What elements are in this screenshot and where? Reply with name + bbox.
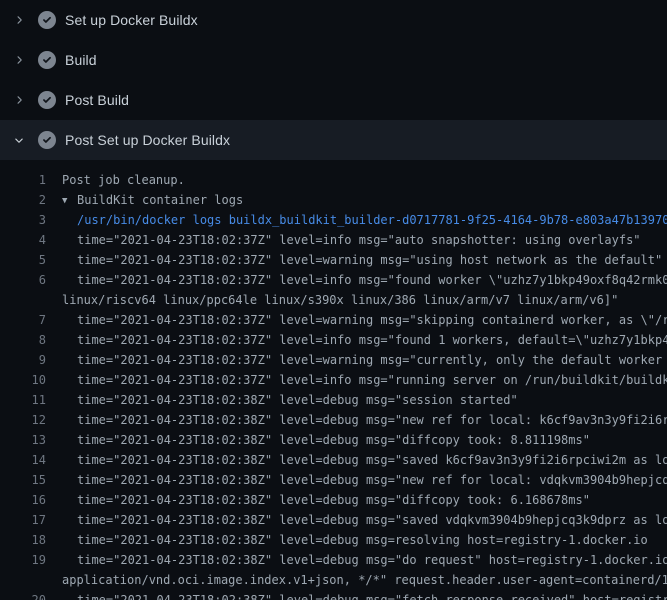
log-text: time="2021-04-23T18:02:37Z" level=info m… (46, 270, 667, 290)
log-text: linux/riscv64 linux/ppc64le linux/s390x … (46, 290, 618, 310)
log-line-number[interactable]: 5 (0, 250, 46, 270)
log-command-text: /usr/bin/docker logs buildx_buildkit_bui… (46, 210, 667, 230)
log-viewer: 1Post job cleanup.2▼BuildKit container l… (0, 160, 667, 600)
log-line: 12time="2021-04-23T18:02:38Z" level=debu… (0, 410, 667, 430)
log-text: time="2021-04-23T18:02:38Z" level=debug … (46, 470, 667, 490)
step-row-set-up-docker-buildx[interactable]: Set up Docker Buildx (0, 0, 667, 40)
log-line: 10time="2021-04-23T18:02:37Z" level=info… (0, 370, 667, 390)
log-line-number[interactable]: 16 (0, 490, 46, 510)
log-line-number[interactable]: 14 (0, 450, 46, 470)
log-text: time="2021-04-23T18:02:37Z" level=warnin… (46, 250, 662, 270)
log-line-number[interactable]: 6 (0, 270, 46, 290)
log-line: 13time="2021-04-23T18:02:38Z" level=debu… (0, 430, 667, 450)
chevron-right-icon[interactable] (12, 93, 26, 107)
log-text: time="2021-04-23T18:02:38Z" level=debug … (46, 510, 667, 530)
log-line-number[interactable]: 12 (0, 410, 46, 430)
check-circle-icon (38, 51, 56, 69)
log-text: time="2021-04-23T18:02:38Z" level=debug … (46, 430, 590, 450)
step-label: Set up Docker Buildx (65, 12, 198, 28)
log-line-number[interactable]: 4 (0, 230, 46, 250)
step-row-post-build[interactable]: Post Build (0, 80, 667, 120)
log-text: time="2021-04-23T18:02:37Z" level=info m… (46, 370, 667, 390)
log-line-number (0, 290, 46, 310)
log-text: time="2021-04-23T18:02:38Z" level=debug … (46, 410, 667, 430)
log-line: 19time="2021-04-23T18:02:38Z" level=debu… (0, 550, 667, 570)
log-line-number[interactable]: 17 (0, 510, 46, 530)
log-text: time="2021-04-23T18:02:37Z" level=info m… (46, 330, 667, 350)
log-text: time="2021-04-23T18:02:37Z" level=warnin… (46, 310, 667, 330)
log-line: 17time="2021-04-23T18:02:38Z" level=debu… (0, 510, 667, 530)
step-row-post-set-up-docker-buildx[interactable]: Post Set up Docker Buildx (0, 120, 667, 160)
log-line-number[interactable]: 15 (0, 470, 46, 490)
log-line-continuation: linux/riscv64 linux/ppc64le linux/s390x … (0, 290, 667, 310)
step-row-build[interactable]: Build (0, 40, 667, 80)
check-circle-icon (38, 11, 56, 29)
log-line: 18time="2021-04-23T18:02:38Z" level=debu… (0, 530, 667, 550)
log-line: 6time="2021-04-23T18:02:37Z" level=info … (0, 270, 667, 290)
log-line: 4time="2021-04-23T18:02:37Z" level=info … (0, 230, 667, 250)
chevron-right-icon[interactable] (12, 13, 26, 27)
log-text: time="2021-04-23T18:02:38Z" level=debug … (46, 550, 667, 570)
log-line: 14time="2021-04-23T18:02:38Z" level=debu… (0, 450, 667, 470)
log-line-number[interactable]: 2 (0, 190, 46, 210)
check-circle-icon (38, 91, 56, 109)
log-line: 2▼BuildKit container logs (0, 190, 667, 210)
log-text: application/vnd.oci.image.index.v1+json,… (46, 570, 667, 590)
log-text: time="2021-04-23T18:02:38Z" level=debug … (46, 490, 590, 510)
chevron-down-icon[interactable] (12, 133, 26, 147)
log-line-number (0, 570, 46, 590)
group-collapse-triangle-icon[interactable]: ▼ (62, 191, 77, 210)
log-line-number[interactable]: 19 (0, 550, 46, 570)
log-line: 3/usr/bin/docker logs buildx_buildkit_bu… (0, 210, 667, 230)
log-line-number[interactable]: 3 (0, 210, 46, 230)
log-text: time="2021-04-23T18:02:37Z" level=warnin… (46, 350, 667, 370)
log-line: 20time="2021-04-23T18:02:38Z" level=debu… (0, 590, 667, 600)
log-line: 5time="2021-04-23T18:02:37Z" level=warni… (0, 250, 667, 270)
steps-list: Set up Docker Buildx Build Post Build Po… (0, 0, 667, 160)
log-line-number[interactable]: 20 (0, 590, 46, 600)
step-label: Post Build (65, 92, 129, 108)
step-label: Post Set up Docker Buildx (65, 132, 230, 148)
log-line: 7time="2021-04-23T18:02:37Z" level=warni… (0, 310, 667, 330)
log-line-number[interactable]: 18 (0, 530, 46, 550)
log-line: 11time="2021-04-23T18:02:38Z" level=debu… (0, 390, 667, 410)
log-line-number[interactable]: 10 (0, 370, 46, 390)
log-line: 15time="2021-04-23T18:02:38Z" level=debu… (0, 470, 667, 490)
log-line-number[interactable]: 7 (0, 310, 46, 330)
check-circle-icon (38, 131, 56, 149)
log-line-continuation: application/vnd.oci.image.index.v1+json,… (0, 570, 667, 590)
log-line-number[interactable]: 11 (0, 390, 46, 410)
log-text: time="2021-04-23T18:02:37Z" level=info m… (46, 230, 641, 250)
log-line: 9time="2021-04-23T18:02:37Z" level=warni… (0, 350, 667, 370)
log-line: 8time="2021-04-23T18:02:37Z" level=info … (0, 330, 667, 350)
log-text: Post job cleanup. (46, 170, 185, 190)
log-text: time="2021-04-23T18:02:38Z" level=debug … (46, 530, 648, 550)
log-line-number[interactable]: 9 (0, 350, 46, 370)
log-line: 1Post job cleanup. (0, 170, 667, 190)
log-line-number[interactable]: 13 (0, 430, 46, 450)
log-text: time="2021-04-23T18:02:38Z" level=debug … (46, 390, 518, 410)
chevron-right-icon[interactable] (12, 53, 26, 67)
log-text: time="2021-04-23T18:02:38Z" level=debug … (46, 450, 667, 470)
log-group-title: BuildKit container logs (77, 193, 243, 207)
log-line-number[interactable]: 1 (0, 170, 46, 190)
log-line: 16time="2021-04-23T18:02:38Z" level=debu… (0, 490, 667, 510)
log-line-number[interactable]: 8 (0, 330, 46, 350)
log-text: ▼BuildKit container logs (46, 190, 243, 210)
log-text: time="2021-04-23T18:02:38Z" level=debug … (46, 590, 667, 600)
step-label: Build (65, 52, 97, 68)
